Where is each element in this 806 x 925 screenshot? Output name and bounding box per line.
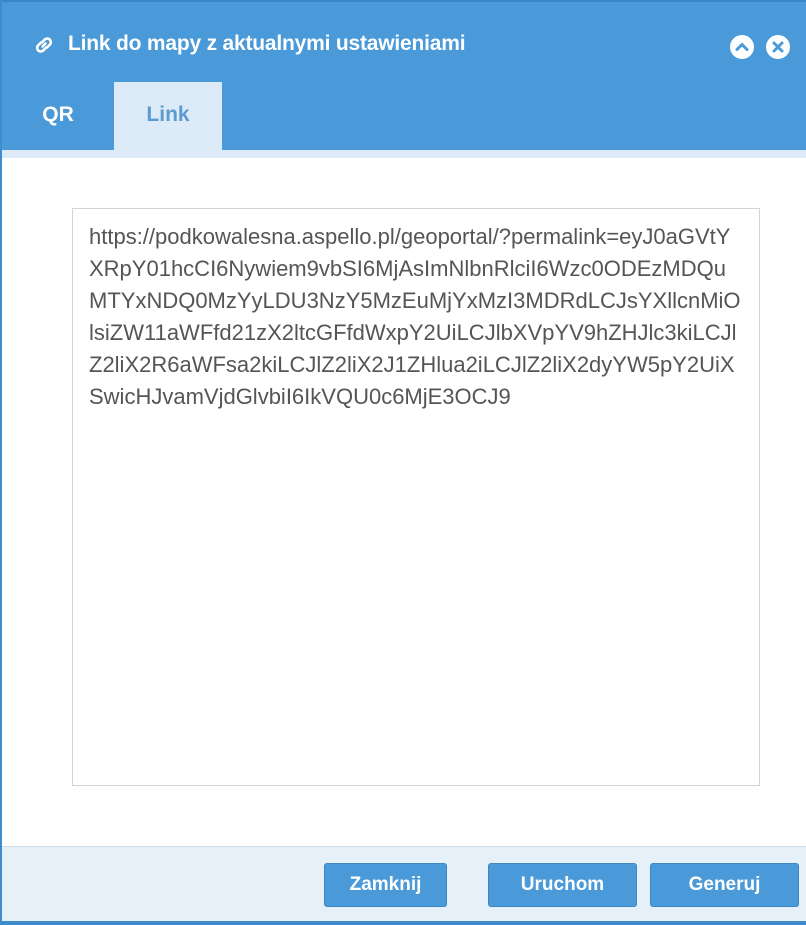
tab-bar: QR Link xyxy=(2,82,806,154)
link-icon xyxy=(32,33,56,57)
chevron-up-icon[interactable] xyxy=(730,35,754,59)
dialog-title: Link do mapy z aktualnymi ustawieniami xyxy=(68,32,466,55)
generate-button[interactable]: Generuj xyxy=(650,863,799,907)
close-button[interactable]: Zamknij xyxy=(324,863,447,907)
run-button[interactable]: Uruchom xyxy=(488,863,637,907)
dialog-content: https://podkowalesna.aspello.pl/geoporta… xyxy=(2,158,806,846)
tab-link[interactable]: Link xyxy=(114,82,222,154)
dialog-footer: Zamknij Uruchom Generuj xyxy=(2,846,806,925)
permalink-textarea[interactable]: https://podkowalesna.aspello.pl/geoporta… xyxy=(72,208,760,786)
footer-bottom-border xyxy=(2,921,806,925)
dialog-titlebar[interactable]: Link do mapy z aktualnymi ustawieniami xyxy=(2,0,806,86)
tab-underline xyxy=(2,150,806,158)
permalink-dialog: Link do mapy z aktualnymi ustawieniami Q… xyxy=(0,0,806,925)
tab-qr[interactable]: QR xyxy=(2,82,114,154)
close-icon[interactable] xyxy=(766,35,790,59)
